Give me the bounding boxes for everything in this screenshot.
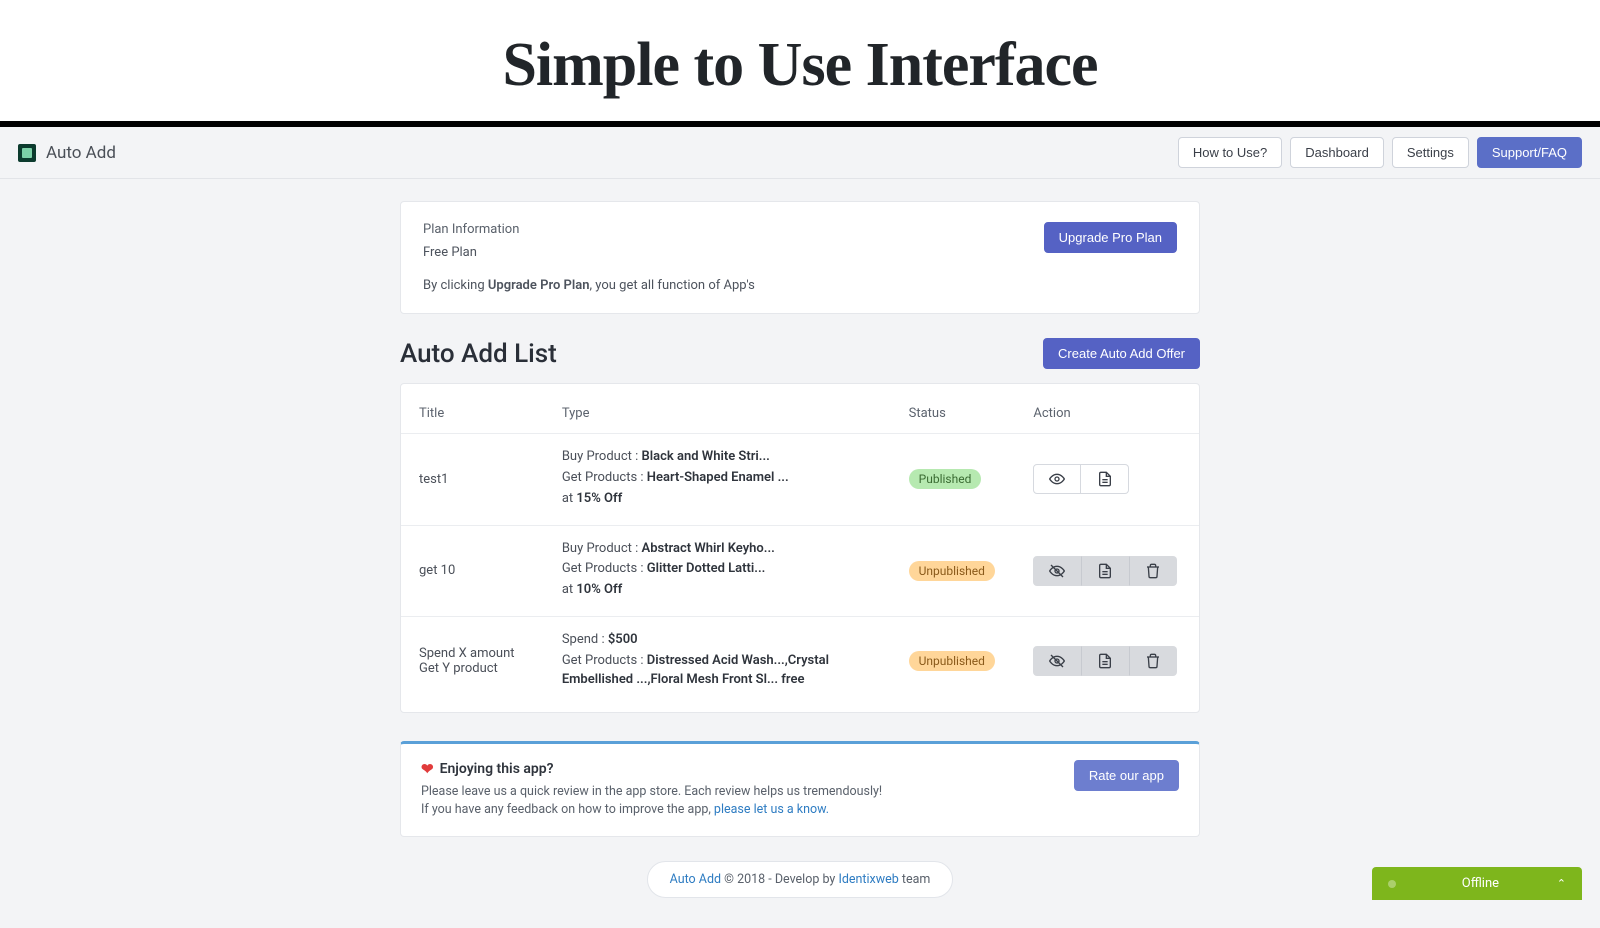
- plan-card: Plan Information Free Plan By clicking U…: [400, 201, 1200, 314]
- review-card: ❤ Enjoying this app? Please leave us a q…: [400, 741, 1200, 837]
- row-status: Unpublished: [891, 525, 1016, 617]
- brand-logo-icon: [18, 144, 36, 162]
- row-actions: [1015, 525, 1199, 617]
- edit-icon[interactable]: [1081, 556, 1129, 586]
- table-row: get 10Buy Product : Abstract Whirl Keyho…: [401, 525, 1199, 617]
- feedback-link[interactable]: please let us a know.: [714, 802, 829, 817]
- create-offer-button[interactable]: Create Auto Add Offer: [1043, 338, 1200, 369]
- col-status: Status: [891, 394, 1016, 434]
- delete-icon[interactable]: [1129, 646, 1177, 676]
- status-badge: Published: [909, 469, 982, 489]
- edit-icon[interactable]: [1081, 646, 1129, 676]
- row-type: Buy Product : Black and White Stri...Get…: [544, 434, 891, 526]
- footer: Auto Add © 2018 - Develop by Identixweb …: [647, 861, 954, 898]
- row-status: Published: [891, 434, 1016, 526]
- col-title: Title: [401, 394, 544, 434]
- plan-label: Plan Information: [423, 222, 755, 237]
- review-line1: Please leave us a quick review in the ap…: [421, 784, 882, 799]
- heart-icon: ❤: [421, 760, 434, 778]
- review-title: Enjoying this app?: [440, 761, 554, 777]
- col-action: Action: [1015, 394, 1199, 434]
- row-actions: [1015, 434, 1199, 526]
- footer-dev-link[interactable]: Identixweb: [838, 872, 898, 887]
- upgrade-plan-button[interactable]: Upgrade Pro Plan: [1044, 222, 1177, 253]
- status-badge: Unpublished: [909, 651, 995, 671]
- delete-icon[interactable]: [1129, 556, 1177, 586]
- offers-table: Title Type Status Action test1Buy Produc…: [400, 383, 1200, 713]
- hidden-icon[interactable]: [1033, 646, 1081, 676]
- support-faq-button[interactable]: Support/FAQ: [1477, 137, 1582, 168]
- row-actions: [1015, 617, 1199, 706]
- settings-button[interactable]: Settings: [1392, 137, 1469, 168]
- status-badge: Unpublished: [909, 561, 995, 581]
- table-row: test1Buy Product : Black and White Stri.…: [401, 434, 1199, 526]
- table-row: Spend X amount Get Y productSpend : $500…: [401, 617, 1199, 706]
- chat-status: Offline: [1462, 876, 1499, 891]
- edit-icon[interactable]: [1081, 464, 1129, 494]
- how-to-use-button[interactable]: How to Use?: [1178, 137, 1282, 168]
- brand: Auto Add: [18, 143, 116, 163]
- hidden-icon[interactable]: [1033, 556, 1081, 586]
- row-status: Unpublished: [891, 617, 1016, 706]
- row-type: Spend : $500Get Products : Distressed Ac…: [544, 617, 891, 706]
- brand-name: Auto Add: [46, 143, 116, 163]
- col-type: Type: [544, 394, 891, 434]
- list-heading: Auto Add List: [400, 339, 557, 369]
- view-icon[interactable]: [1033, 464, 1081, 494]
- row-title: test1: [401, 434, 544, 526]
- page-title: Simple to Use Interface: [0, 30, 1600, 101]
- review-line2: If you have any feedback on how to impro…: [421, 802, 882, 817]
- chat-widget[interactable]: Offline ⌃: [1372, 867, 1582, 900]
- rate-app-button[interactable]: Rate our app: [1074, 760, 1179, 791]
- plan-note: By clicking Upgrade Pro Plan, you get al…: [423, 278, 755, 293]
- dashboard-button[interactable]: Dashboard: [1290, 137, 1384, 168]
- row-title: Spend X amount Get Y product: [401, 617, 544, 706]
- footer-brand-link[interactable]: Auto Add: [670, 872, 721, 887]
- plan-value: Free Plan: [423, 245, 755, 260]
- chevron-up-icon: ⌃: [1557, 877, 1566, 890]
- row-type: Buy Product : Abstract Whirl Keyho...Get…: [544, 525, 891, 617]
- row-title: get 10: [401, 525, 544, 617]
